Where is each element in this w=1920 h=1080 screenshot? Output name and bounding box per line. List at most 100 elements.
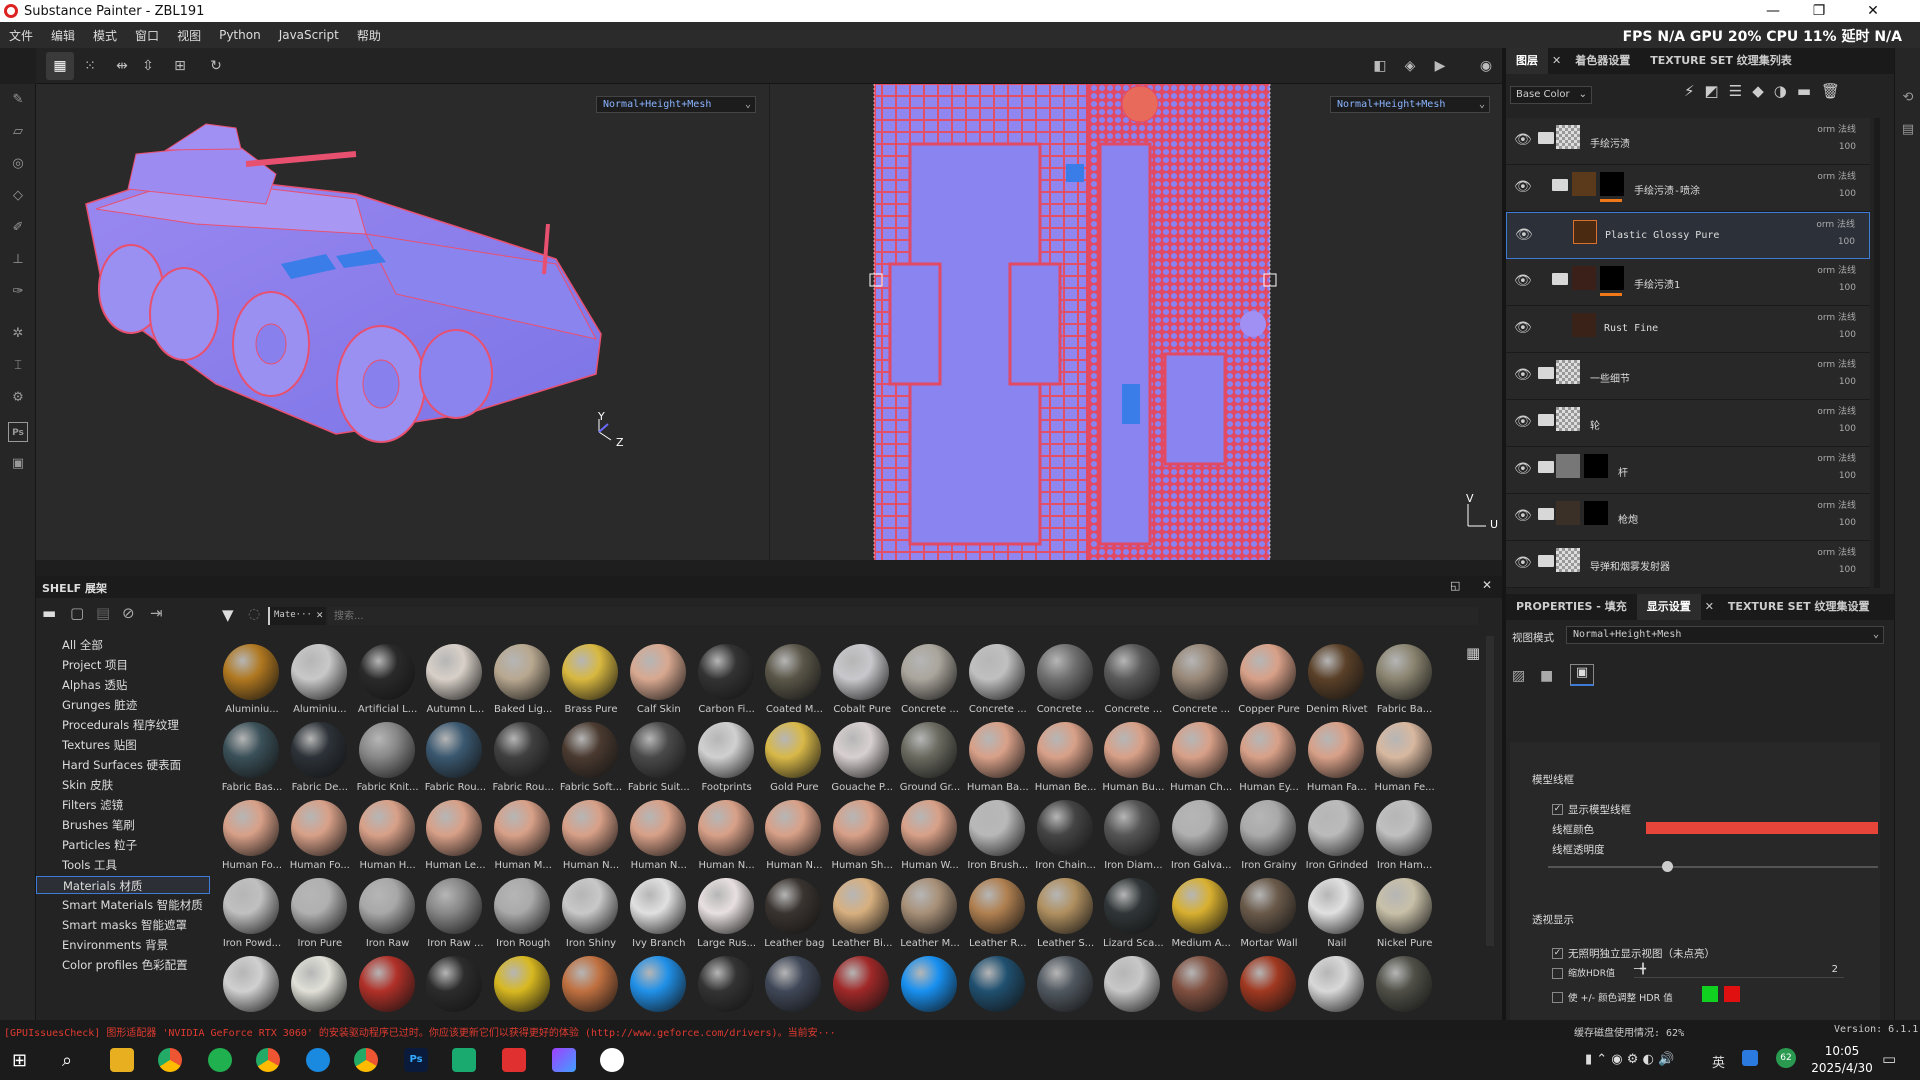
material-tile[interactable] bbox=[1235, 952, 1301, 1020]
material-tile[interactable] bbox=[625, 952, 691, 1020]
menu-edit[interactable]: 编辑 bbox=[42, 27, 84, 44]
material-tile[interactable]: Leather M... bbox=[896, 874, 962, 952]
material-tile[interactable]: Human Le... bbox=[421, 796, 487, 874]
material-tile[interactable]: Aluminiu... bbox=[286, 640, 352, 718]
layer-row[interactable]: 👁 手绘污渍 orm 法线 100 bbox=[1506, 118, 1870, 165]
tab-properties-fill[interactable]: PROPERTIES - 填充 bbox=[1506, 594, 1637, 620]
chrome-icon-2[interactable] bbox=[354, 1048, 378, 1072]
material-tile[interactable]: Iron Brush... bbox=[964, 796, 1030, 874]
layer-blend[interactable]: orm 法线 bbox=[1817, 122, 1856, 135]
layers-scrollbar[interactable] bbox=[1874, 118, 1880, 588]
material-tile[interactable]: Fabric Soft... bbox=[557, 718, 623, 796]
material-tile[interactable]: Fabric De... bbox=[286, 718, 352, 796]
material-tile[interactable]: Iron Galva... bbox=[1167, 796, 1233, 874]
layer-blend[interactable]: orm 法线 bbox=[1817, 169, 1856, 182]
material-tile[interactable] bbox=[1099, 952, 1165, 1020]
material-tile[interactable]: Leather Bi... bbox=[828, 874, 894, 952]
visibility-eye-icon[interactable]: 👁 bbox=[1515, 227, 1533, 243]
material-tile[interactable]: Leather R... bbox=[964, 874, 1030, 952]
layer-row[interactable]: 👁 导弹和烟雾发射器 orm 法线 100 bbox=[1506, 541, 1870, 588]
category-item[interactable]: Smart masks 智能遮罩 bbox=[62, 916, 187, 934]
menu-window[interactable]: 窗口 bbox=[126, 27, 168, 44]
material-tile[interactable] bbox=[896, 952, 962, 1020]
material-tile[interactable]: Ivy Branch bbox=[625, 874, 691, 952]
material-tile[interactable]: Mortar Wall bbox=[1235, 874, 1301, 952]
layer-opacity[interactable]: 100 bbox=[1839, 565, 1856, 575]
category-item[interactable]: Particles 粒子 bbox=[62, 836, 137, 854]
category-item-selected[interactable]: Materials 材质 bbox=[36, 876, 210, 894]
photoshop-icon[interactable]: Ps bbox=[8, 422, 28, 442]
material-tile[interactable]: Human N... bbox=[625, 796, 691, 874]
filter-icon[interactable]: ▼ bbox=[222, 606, 234, 624]
add-fill-icon[interactable]: ◆ bbox=[1752, 82, 1774, 100]
material-tile[interactable]: Human W... bbox=[896, 796, 962, 874]
substance-painter-icon[interactable] bbox=[502, 1048, 526, 1072]
material-tile[interactable]: Fabric Suit... bbox=[625, 718, 691, 796]
filter-tag[interactable]: Mate··· ✕ bbox=[268, 607, 326, 625]
hdr-plus-color-swatch[interactable] bbox=[1702, 986, 1718, 1002]
layer-row[interactable]: 👁 一些细节 orm 法线 100 bbox=[1506, 353, 1870, 400]
visibility-eye-icon[interactable]: 👁 bbox=[1514, 179, 1532, 195]
material-tile[interactable]: Baked Lig... bbox=[489, 640, 555, 718]
hdr-scale-field[interactable]: ─╋ 2 bbox=[1634, 964, 1844, 978]
show-wireframe-checkbox[interactable]: ✓ bbox=[1552, 804, 1563, 815]
measure-icon[interactable]: ⌶ bbox=[8, 356, 28, 376]
material-tile[interactable] bbox=[1032, 952, 1098, 1020]
magic-wand-icon[interactable]: ⚡ bbox=[1684, 82, 1705, 100]
material-tile[interactable]: Human Fo... bbox=[286, 796, 352, 874]
menu-python[interactable]: Python bbox=[210, 28, 270, 42]
wire-opacity-knob[interactable] bbox=[1661, 861, 1673, 872]
material-tile[interactable] bbox=[964, 952, 1030, 1020]
material-tile[interactable]: Fabric Rou... bbox=[489, 718, 555, 796]
tab-texture-set-settings[interactable]: TEXTURE SET 纹理集设置 bbox=[1718, 594, 1880, 620]
layer-row[interactable]: 👁 Rust Fine orm 法线 100 bbox=[1506, 306, 1870, 353]
visibility-eye-icon[interactable]: 👁 bbox=[1514, 320, 1532, 336]
hdr-minus-color-swatch[interactable] bbox=[1724, 986, 1740, 1002]
material-tile[interactable]: Calf Skin bbox=[625, 640, 691, 718]
file-explorer-icon[interactable] bbox=[110, 1048, 134, 1072]
material-tile[interactable] bbox=[489, 952, 555, 1020]
layer-opacity[interactable]: 100 bbox=[1839, 471, 1856, 481]
material-tile[interactable]: Human N... bbox=[760, 796, 826, 874]
hdr-scale-checkbox[interactable] bbox=[1552, 968, 1563, 979]
material-tile[interactable] bbox=[218, 952, 284, 1020]
clock-date[interactable]: 2025/4/30 bbox=[1808, 1061, 1876, 1075]
viewport-3d[interactable]: Normal+Height+Mesh ⌄ Y Z bbox=[36, 84, 769, 560]
tab-texture-set-list[interactable]: TEXTURE SET 纹理集列表 bbox=[1640, 48, 1802, 74]
mirror-x-icon[interactable]: ⇹ bbox=[108, 52, 136, 80]
view-mode-select[interactable]: Normal+Height+Mesh ⌄ bbox=[1566, 626, 1884, 644]
hdr-adjust-checkbox[interactable] bbox=[1552, 992, 1563, 1003]
material-tile[interactable]: Aluminiu... bbox=[218, 640, 284, 718]
material-tile[interactable]: Carbon Fi... bbox=[693, 640, 759, 718]
material-tile[interactable]: Human M... bbox=[489, 796, 555, 874]
layer-row[interactable]: 👁 轮 orm 法线 100 bbox=[1506, 400, 1870, 447]
visibility-eye-icon[interactable]: 👁 bbox=[1514, 367, 1532, 383]
chrome-icon[interactable] bbox=[158, 1048, 182, 1072]
tab-layers[interactable]: 图层 bbox=[1506, 48, 1548, 74]
category-item[interactable]: Hard Surfaces 硬表面 bbox=[62, 756, 181, 774]
material-tile[interactable]: Iron Grinded bbox=[1303, 796, 1369, 874]
material-tile[interactable] bbox=[1371, 952, 1437, 1020]
polygon-fill-icon[interactable]: ◇ bbox=[8, 186, 28, 206]
layer-row[interactable]: 👁 手绘污渍-喷涂 orm 法线 100 bbox=[1506, 165, 1870, 212]
smudge-icon[interactable]: ✐ bbox=[8, 218, 28, 238]
maya-icon[interactable] bbox=[552, 1048, 576, 1072]
close-icon[interactable]: ✕ bbox=[316, 608, 323, 621]
menu-help[interactable]: 帮助 bbox=[348, 27, 390, 44]
layer-row[interactable]: 👁 杆 orm 法线 100 bbox=[1506, 447, 1870, 494]
notification-icon[interactable]: ▭ bbox=[1882, 1050, 1896, 1068]
material-tile[interactable]: Human Fa... bbox=[1303, 718, 1369, 796]
tab-shader-settings[interactable]: 着色器设置 bbox=[1565, 48, 1640, 74]
menu-javascript[interactable]: JavaScript bbox=[270, 28, 348, 42]
material-tile[interactable]: Iron Grainy bbox=[1235, 796, 1301, 874]
layer-blend[interactable]: orm 法线 bbox=[1817, 263, 1856, 276]
notification-badge[interactable]: 62 bbox=[1776, 1048, 1796, 1068]
minimize-button[interactable]: — bbox=[1750, 0, 1796, 22]
material-tile[interactable] bbox=[354, 952, 420, 1020]
category-item[interactable]: Color profiles 色彩配置 bbox=[62, 956, 188, 974]
material-tile[interactable]: Fabric Ba... bbox=[1371, 640, 1437, 718]
close-icon[interactable]: ✕ bbox=[1701, 594, 1718, 620]
material-tile[interactable]: Human Fo... bbox=[218, 796, 284, 874]
material-tile[interactable]: Copper Pure bbox=[1235, 640, 1301, 718]
video-camera-icon[interactable]: ■ bbox=[1540, 668, 1553, 684]
